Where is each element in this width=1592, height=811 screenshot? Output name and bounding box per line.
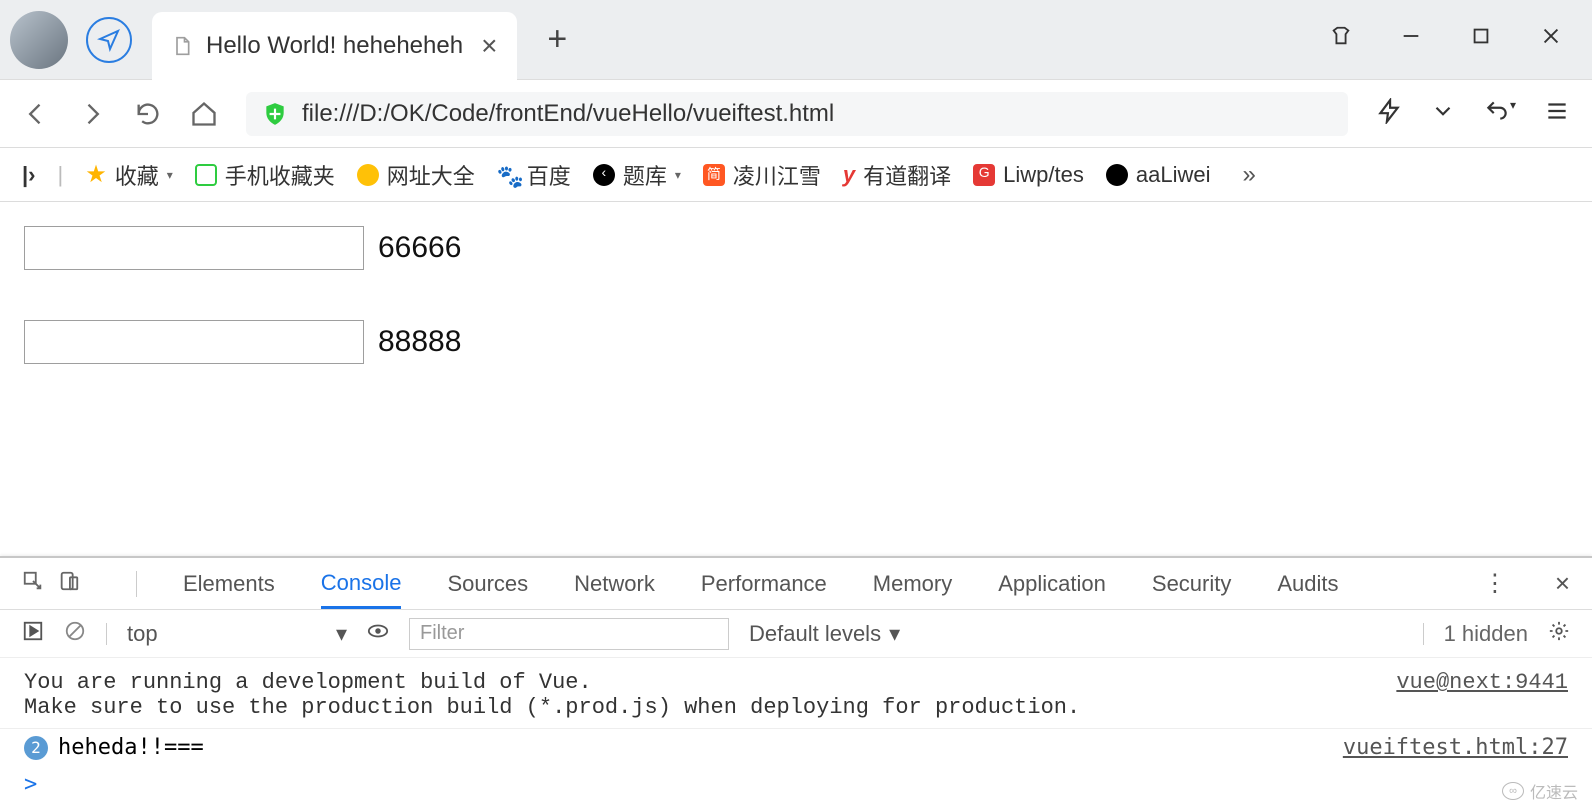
console-log-row: 2 heheda!!=== vueiftest.html:27 bbox=[0, 728, 1592, 766]
source-link[interactable]: vue@next:9441 bbox=[1396, 670, 1568, 695]
maximize-icon[interactable] bbox=[1470, 25, 1492, 54]
tab-memory[interactable]: Memory bbox=[873, 571, 952, 597]
forward-icon[interactable] bbox=[78, 100, 106, 128]
devtools-close-icon[interactable]: × bbox=[1555, 568, 1570, 599]
console-settings-icon[interactable] bbox=[1548, 620, 1570, 648]
page-content: 66666 88888 bbox=[0, 202, 1592, 438]
bm-liwp[interactable]: GLiwp/tes bbox=[973, 162, 1084, 188]
tab-network[interactable]: Network bbox=[574, 571, 655, 597]
tabstrip: Hello World! heheheheh × + bbox=[0, 0, 1592, 80]
execution-icon[interactable] bbox=[22, 620, 44, 648]
home-icon[interactable] bbox=[190, 100, 218, 128]
url-text: file:///D:/OK/Code/frontEnd/vueHello/vue… bbox=[302, 100, 834, 128]
content-row-0: 66666 bbox=[24, 226, 1568, 270]
filter-input[interactable]: Filter bbox=[409, 618, 729, 650]
mobile-fav[interactable]: 手机收藏夹 bbox=[195, 159, 335, 191]
back-icon[interactable] bbox=[22, 100, 50, 128]
new-tab-button[interactable]: + bbox=[547, 20, 567, 59]
favorites-menu[interactable]: ★收藏▾ bbox=[85, 159, 173, 191]
console-toolbar: top▾ Filter Default levels▾ 1 hidden bbox=[0, 610, 1592, 658]
device-icon[interactable] bbox=[58, 570, 80, 598]
console-warn-line: You are running a development build of V… bbox=[24, 670, 1568, 695]
bm-lcjx[interactable]: 简凌川江雪 bbox=[703, 159, 821, 191]
live-expression-icon[interactable] bbox=[367, 620, 389, 648]
tab-application[interactable]: Application bbox=[998, 571, 1106, 597]
log-levels[interactable]: Default levels▾ bbox=[749, 621, 900, 647]
bm-baidu[interactable]: 🐾百度 bbox=[497, 159, 571, 191]
hidden-count[interactable]: 1 hidden bbox=[1444, 621, 1528, 647]
tab-title: Hello World! heheheheh bbox=[206, 32, 463, 60]
source-link-2[interactable]: vueiftest.html:27 bbox=[1343, 735, 1568, 760]
profile-avatar[interactable] bbox=[10, 11, 68, 69]
count-badge: 2 bbox=[24, 736, 48, 760]
navigation-icon[interactable] bbox=[86, 17, 132, 63]
input-1[interactable] bbox=[24, 320, 364, 364]
tab-security[interactable]: Security bbox=[1152, 571, 1231, 597]
browser-tab[interactable]: Hello World! heheheheh × bbox=[152, 12, 517, 80]
console-warn-line2: Make sure to use the production build (*… bbox=[24, 695, 1568, 720]
bolt-icon[interactable] bbox=[1376, 98, 1402, 129]
close-tab-icon[interactable]: × bbox=[463, 30, 497, 62]
file-icon bbox=[172, 34, 192, 58]
undo-icon[interactable]: ▾ bbox=[1484, 98, 1516, 129]
bm-aaliwei[interactable]: aaLiwei bbox=[1106, 162, 1211, 188]
tab-console[interactable]: Console bbox=[321, 570, 402, 609]
shield-icon bbox=[262, 101, 288, 127]
log-text: heheda!!=== bbox=[58, 735, 204, 760]
value-1: 88888 bbox=[378, 325, 461, 359]
reload-icon[interactable] bbox=[134, 100, 162, 128]
tab-sources[interactable]: Sources bbox=[447, 571, 528, 597]
context-selector[interactable]: top▾ bbox=[127, 621, 347, 647]
devtools-tabs: Elements Console Sources Network Perform… bbox=[0, 558, 1592, 610]
bookmarks-overflow-icon[interactable]: » bbox=[1242, 161, 1255, 189]
inspect-icon[interactable] bbox=[22, 570, 44, 598]
bm-youdao[interactable]: y有道翻译 bbox=[843, 159, 951, 191]
devtools-panel: Elements Console Sources Network Perform… bbox=[0, 556, 1592, 811]
console-output: You are running a development build of V… bbox=[0, 658, 1592, 728]
watermark: ∞亿速云 bbox=[1502, 779, 1578, 803]
console-prompt[interactable]: > bbox=[0, 766, 1592, 811]
tshirt-icon[interactable] bbox=[1330, 25, 1352, 54]
code-icon[interactable]: |› bbox=[22, 162, 35, 188]
fav-label: 收藏 bbox=[115, 159, 159, 191]
url-box[interactable]: file:///D:/OK/Code/frontEnd/vueHello/vue… bbox=[246, 92, 1348, 136]
address-bar: file:///D:/OK/Code/frontEnd/vueHello/vue… bbox=[0, 80, 1592, 148]
devtools-more-icon[interactable]: ⋮ bbox=[1483, 569, 1509, 598]
minimize-icon[interactable] bbox=[1400, 25, 1422, 54]
tab-elements[interactable]: Elements bbox=[183, 571, 275, 597]
close-window-icon[interactable] bbox=[1540, 25, 1562, 54]
window-controls bbox=[1330, 25, 1582, 54]
bm-tiku[interactable]: ‹题库▾ bbox=[593, 159, 681, 191]
input-0[interactable] bbox=[24, 226, 364, 270]
menu-icon[interactable] bbox=[1544, 98, 1570, 129]
clear-console-icon[interactable] bbox=[64, 620, 86, 648]
tab-audits[interactable]: Audits bbox=[1277, 571, 1338, 597]
content-row-1: 88888 bbox=[24, 320, 1568, 364]
tab-performance[interactable]: Performance bbox=[701, 571, 827, 597]
chevron-down-icon[interactable] bbox=[1430, 98, 1456, 129]
value-0: 66666 bbox=[378, 231, 461, 265]
bookmarks-bar: |› | ★收藏▾ 手机收藏夹 网址大全 🐾百度 ‹题库▾ 简凌川江雪 y有道翻… bbox=[0, 148, 1592, 202]
bm-wzdq[interactable]: 网址大全 bbox=[357, 159, 475, 191]
